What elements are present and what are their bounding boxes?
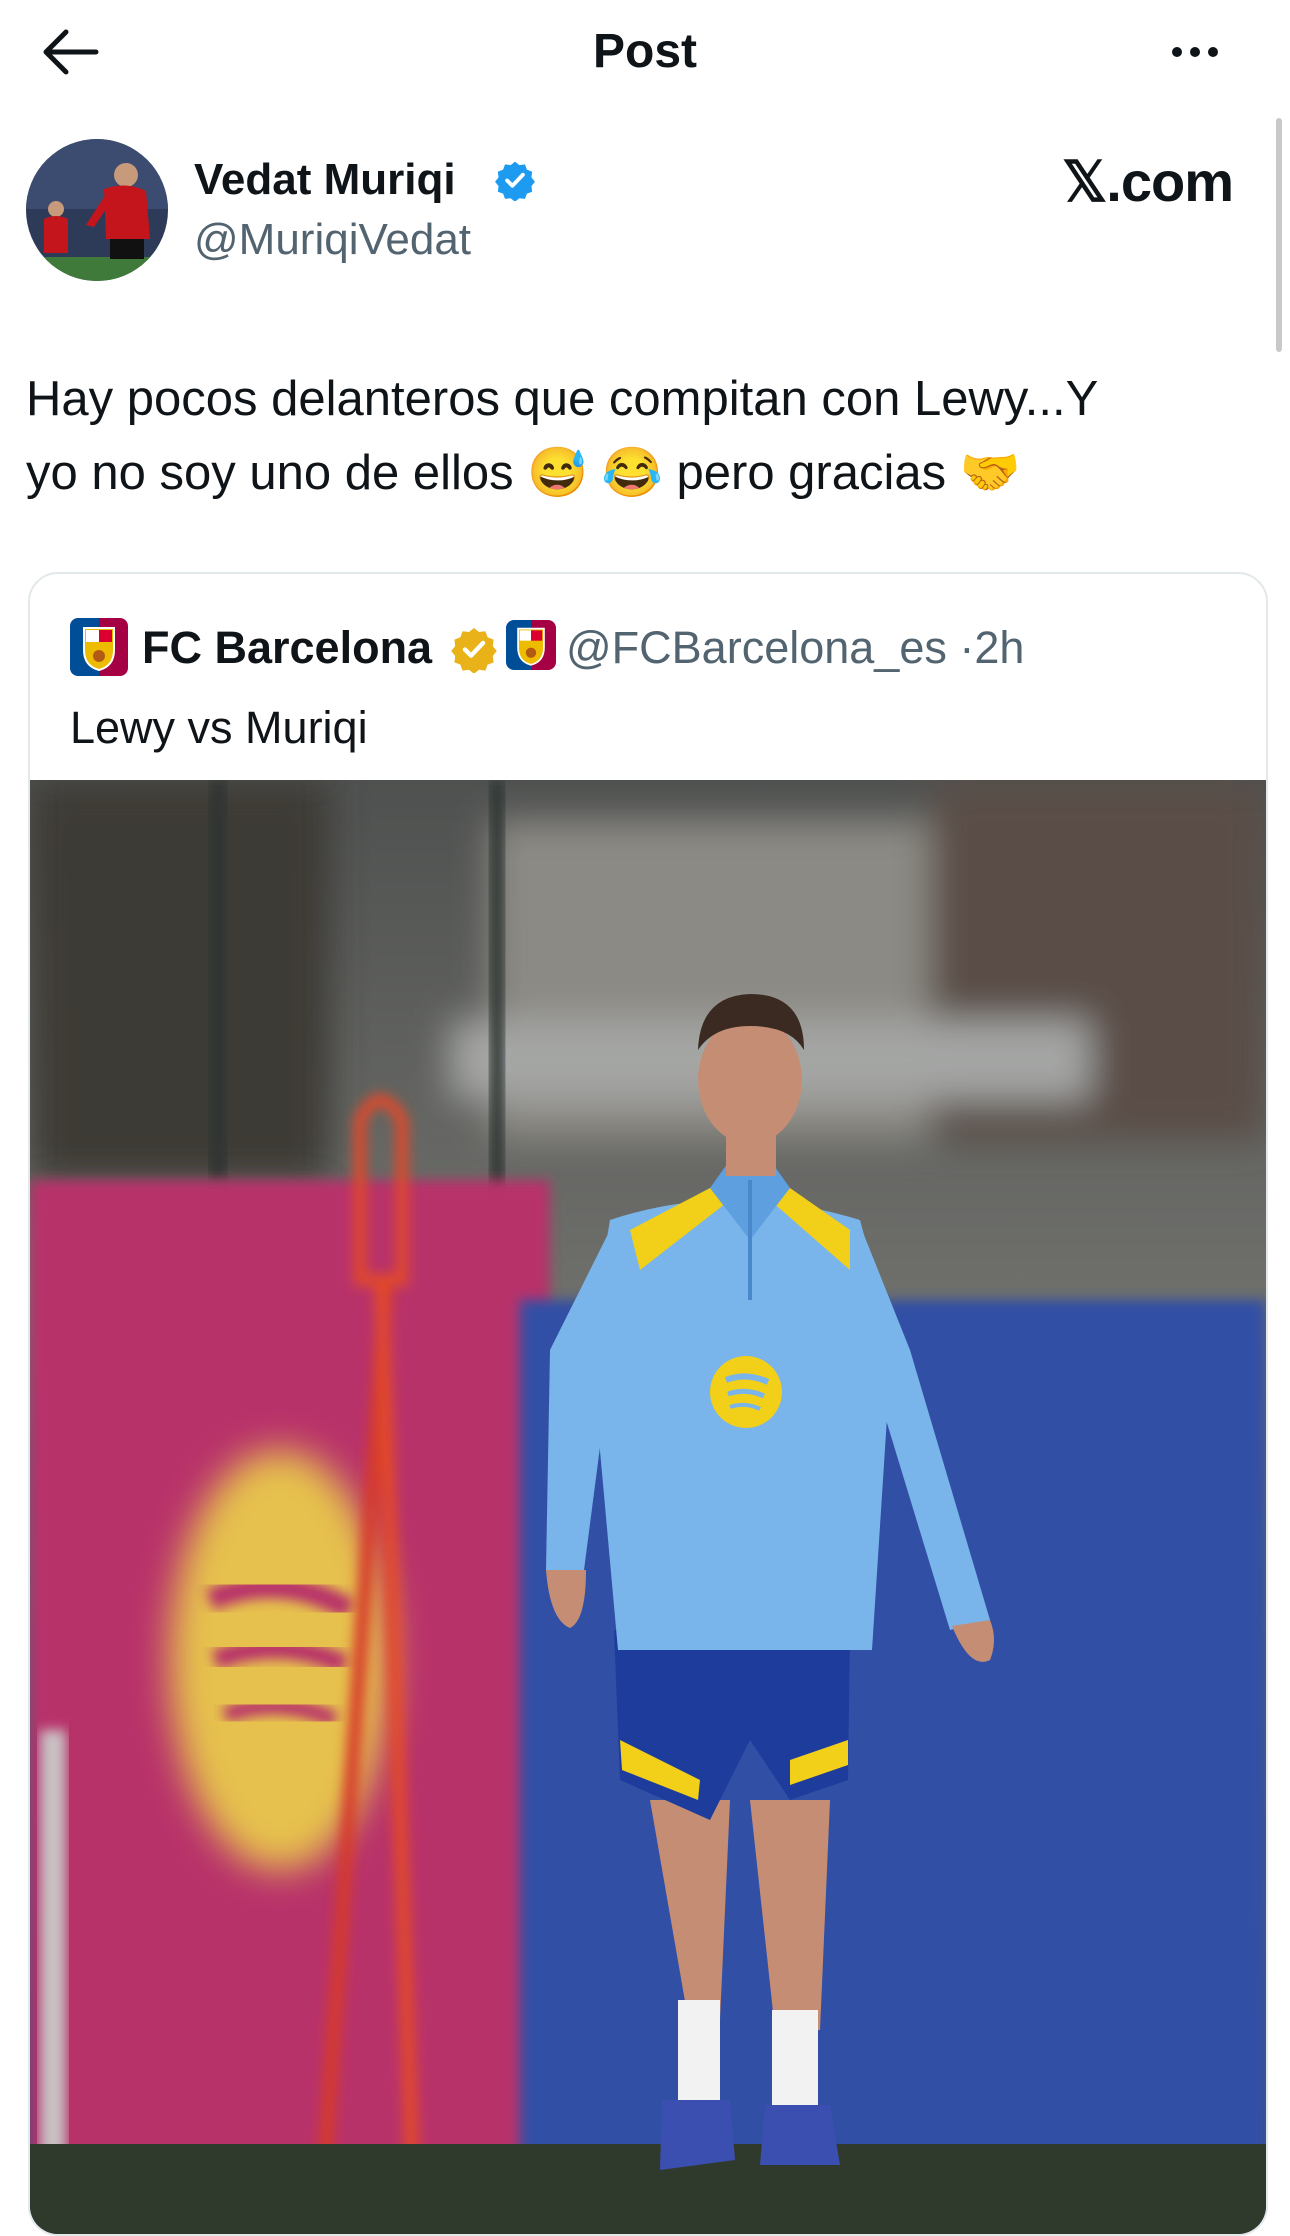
more-button[interactable] — [1160, 30, 1230, 74]
barcelona-crest-icon — [70, 618, 128, 676]
post-line-1: Hay pocos delanteros que compitan con Le… — [26, 372, 1099, 426]
quoted-post[interactable]: FC Barcelona @FCBarcelona_es ·2h Lewy vs… — [28, 572, 1268, 2236]
quoted-meta: @FCBarcelona_es ·2h — [566, 622, 1025, 673]
affiliation-crest-icon — [506, 620, 556, 670]
post-line-2: yo no soy uno de ellos 😅 😂 pero gracias … — [26, 446, 1021, 500]
avatar[interactable] — [26, 139, 168, 281]
quoted-time[interactable]: 2h — [974, 622, 1024, 673]
emoji-handshake: 🤝 — [959, 446, 1021, 500]
top-bar: Post — [0, 0, 1290, 108]
scrollbar[interactable] — [1276, 118, 1282, 352]
quoted-handle[interactable]: @FCBarcelona_es — [566, 622, 947, 673]
author-handle[interactable]: @MuriqiVedat — [194, 212, 471, 268]
more-icon — [1172, 47, 1182, 57]
org-badge-icon — [451, 628, 497, 673]
quoted-text: Lewy vs Muriqi — [70, 702, 368, 753]
site-label: 𝕏.com — [1062, 150, 1234, 213]
author-name[interactable]: Vedat Muriqi — [194, 152, 456, 208]
quoted-author-name[interactable]: FC Barcelona — [142, 618, 432, 678]
verified-badge-icon — [495, 161, 535, 201]
emoji-sweat-laugh: 😅 😂 — [527, 446, 663, 500]
page-title: Post — [592, 25, 697, 78]
post-text: Hay pocos delanteros que compitan con Le… — [26, 362, 1256, 510]
quoted-photo[interactable] — [30, 780, 1266, 2234]
